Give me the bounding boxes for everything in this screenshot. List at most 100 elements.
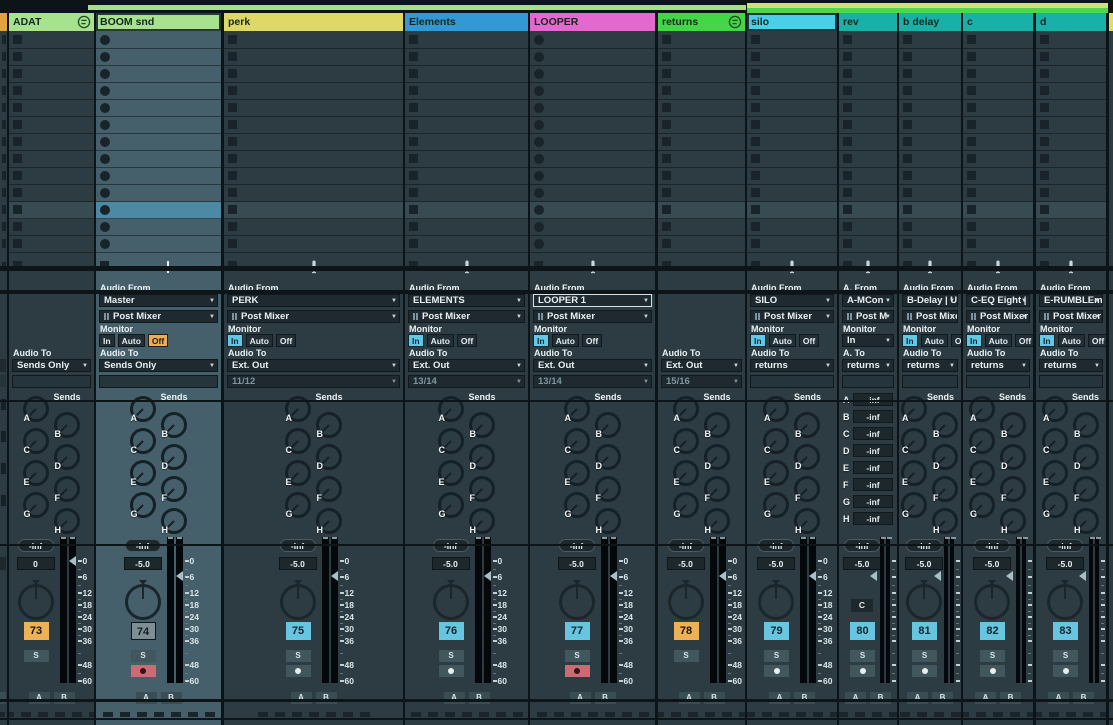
clip-slot[interactable] — [9, 100, 94, 117]
output-channel-empty-box[interactable] — [966, 375, 1030, 388]
stop-slot-icon[interactable] — [662, 137, 671, 146]
clip-slot[interactable] — [9, 219, 94, 236]
pan-knob[interactable] — [125, 584, 161, 620]
stop-slot-icon[interactable] — [967, 205, 976, 214]
stop-slot-icon[interactable] — [228, 171, 237, 180]
clip-slot[interactable] — [658, 151, 745, 168]
stop-slot-icon[interactable] — [13, 103, 22, 112]
clip-slot[interactable] — [96, 83, 221, 100]
record-slot-icon[interactable] — [534, 154, 544, 164]
stop-slot-icon[interactable] — [751, 103, 760, 112]
record-slot-icon[interactable] — [534, 222, 544, 232]
clip-slot[interactable] — [9, 49, 94, 66]
stop-slot-icon[interactable] — [1040, 120, 1049, 129]
output-channel-empty-box[interactable] — [902, 375, 958, 388]
clip-slot[interactable] — [839, 83, 897, 100]
stop-slot-icon[interactable] — [1040, 171, 1049, 180]
clip-slot[interactable] — [839, 151, 897, 168]
stop-slot-icon[interactable] — [409, 86, 418, 95]
crossfade-b-button[interactable]: B — [704, 692, 725, 704]
stop-slot-icon[interactable] — [751, 188, 760, 197]
stop-slot-icon[interactable] — [13, 188, 22, 197]
clip-slot[interactable] — [747, 83, 837, 100]
stop-slot-icon[interactable] — [228, 120, 237, 129]
stop-slot-icon[interactable] — [967, 188, 976, 197]
track-activator[interactable]: 79 — [764, 622, 789, 640]
solo-button[interactable]: S — [912, 650, 937, 662]
clip-slot[interactable] — [405, 151, 528, 168]
stop-slot-icon[interactable] — [1040, 222, 1049, 231]
stop-slot-icon[interactable] — [1040, 137, 1049, 146]
record-slot-icon[interactable] — [100, 69, 110, 79]
stop-slot-icon[interactable] — [662, 52, 671, 61]
stop-slot-icon[interactable] — [751, 52, 760, 61]
clip-slot[interactable] — [1036, 202, 1106, 219]
stop-slot-icon[interactable] — [967, 171, 976, 180]
stop-slot-icon[interactable] — [13, 52, 22, 61]
stop-slot-icon[interactable] — [13, 86, 22, 95]
clip-slot[interactable] — [530, 32, 655, 49]
volume-value[interactable]: -5.0 — [124, 557, 162, 570]
stop-slot-icon[interactable] — [903, 239, 912, 248]
clip-slot[interactable] — [96, 134, 221, 151]
crossfade-b-button[interactable]: B — [870, 692, 891, 704]
pan-knob[interactable] — [974, 584, 1010, 620]
audio-from-dropdown[interactable]: PERK▼ — [227, 294, 400, 307]
mixer-tap-dropdown[interactable]: Post Mixer▼ — [966, 310, 1030, 323]
crossfade-a-button[interactable]: A — [975, 692, 996, 704]
clip-slot[interactable] — [9, 168, 94, 185]
stop-slot-icon[interactable] — [751, 137, 760, 146]
stop-slot-icon[interactable] — [751, 222, 760, 231]
stop-slot-icon[interactable] — [409, 171, 418, 180]
stop-slot-icon[interactable] — [903, 35, 912, 44]
fader-position-marker[interactable] — [331, 571, 338, 581]
track-activator[interactable]: 80 — [850, 622, 875, 640]
stop-slot-icon[interactable] — [903, 52, 912, 61]
stop-slot-icon[interactable] — [903, 188, 912, 197]
stop-slot-icon[interactable] — [843, 120, 852, 129]
audio-to-dropdown[interactable]: returns▼ — [750, 359, 834, 372]
clip-slot[interactable] — [658, 236, 745, 253]
track-activator[interactable]: 78 — [674, 622, 699, 640]
audio-to-dropdown[interactable]: Ext. Out▼ — [227, 359, 400, 372]
crossfade-b-button[interactable]: B — [316, 692, 337, 704]
clip-slot[interactable] — [96, 32, 221, 49]
output-channel-dropdown[interactable]: 11/12▼ — [227, 375, 400, 388]
clip-slot[interactable] — [899, 49, 961, 66]
clip-slot[interactable] — [963, 83, 1033, 100]
monitor-auto-button[interactable]: Auto — [246, 334, 273, 347]
clip-slot[interactable] — [1036, 32, 1106, 49]
volume-value[interactable]: -5.0 — [757, 557, 795, 570]
fader-position-marker[interactable] — [934, 571, 941, 581]
stop-slot-icon[interactable] — [903, 171, 912, 180]
stop-slot-icon[interactable] — [843, 205, 852, 214]
monitor-in-button[interactable]: In — [533, 334, 549, 347]
volume-value[interactable]: -5.0 — [905, 557, 943, 570]
stop-slot-icon[interactable] — [903, 154, 912, 163]
clip-slot[interactable] — [405, 32, 528, 49]
track-header[interactable]: silo — [747, 13, 837, 31]
clip-slot[interactable] — [747, 66, 837, 83]
clip-slot[interactable] — [899, 151, 961, 168]
output-channel-dropdown[interactable]: 13/14▼ — [533, 375, 652, 388]
record-slot-icon[interactable] — [534, 52, 544, 62]
track-header[interactable]: b delay — [899, 13, 961, 31]
stop-slot-icon[interactable] — [843, 52, 852, 61]
monitor-auto-button[interactable]: Auto — [118, 334, 145, 347]
stop-slot-icon[interactable] — [967, 120, 976, 129]
pan-knob[interactable] — [758, 584, 794, 620]
clip-slot[interactable] — [839, 134, 897, 151]
audio-to-dropdown[interactable]: Sends Only▼ — [99, 359, 218, 372]
stop-slot-icon[interactable] — [662, 69, 671, 78]
stop-slot-icon[interactable] — [13, 239, 22, 248]
clip-slot[interactable] — [747, 32, 837, 49]
clip-slot[interactable] — [963, 117, 1033, 134]
audio-to-dropdown[interactable]: returns▼ — [966, 359, 1030, 372]
solo-button[interactable]: S — [850, 650, 875, 662]
solo-button[interactable]: S — [286, 650, 311, 662]
stop-slot-icon[interactable] — [843, 222, 852, 231]
volume-value[interactable]: -5.0 — [558, 557, 596, 570]
clip-slot[interactable] — [96, 219, 221, 236]
clip-slot[interactable] — [658, 32, 745, 49]
clip-slot[interactable] — [963, 100, 1033, 117]
